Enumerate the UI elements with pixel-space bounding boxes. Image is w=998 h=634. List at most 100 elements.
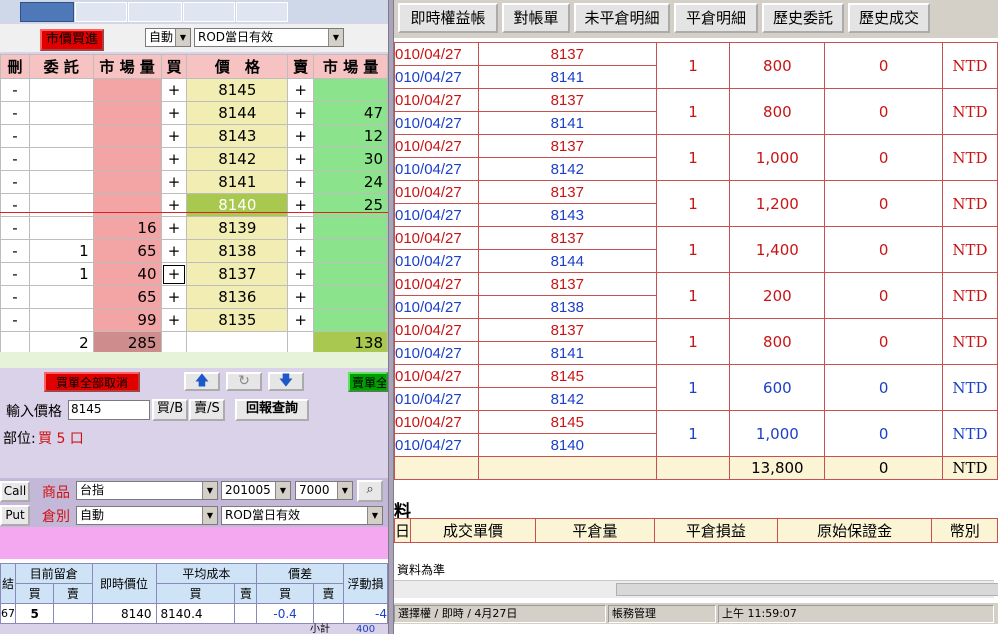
trade-currency: NTD [942, 318, 998, 365]
sell-cell[interactable]: + [287, 101, 315, 125]
open-positions-button[interactable]: 未平倉明細 [574, 3, 670, 33]
order-history-button[interactable]: 歷史委託 [762, 3, 844, 33]
buy-cell[interactable]: + [160, 147, 188, 171]
sell-cell[interactable]: + [287, 285, 315, 309]
close-date: 010/04/27 [394, 433, 479, 457]
buy-cell[interactable]: + [160, 124, 188, 148]
trade-row[interactable]: 010/04/27 8145 1 600 0 NTD [394, 364, 998, 411]
tab-1[interactable] [20, 2, 74, 22]
order-book-row: -1 65 +8138 + [0, 239, 388, 263]
sell-cell[interactable]: + [287, 170, 315, 194]
grid-h-float: 浮動損 [343, 563, 388, 604]
chevron-down-icon: ▼ [202, 507, 217, 524]
sell-cell[interactable]: + [287, 78, 315, 102]
order-book-row: -99 +8135 + [0, 308, 388, 332]
buy-cell[interactable]: + [160, 308, 188, 332]
trade-amount: 1,000 [729, 134, 826, 181]
open-price: 8137 [477, 134, 657, 158]
closed-trades-table: 010/04/27 8137 1 800 0 NTD 010/04/27 8141 010/04… [394, 42, 998, 480]
trade-row[interactable]: 010/04/27 8137 1 800 0 NTD [394, 88, 998, 135]
sell-cell[interactable]: + [287, 216, 315, 240]
delete-cell[interactable]: - [0, 262, 30, 286]
equity-button[interactable]: 即時權益帳 [398, 3, 498, 33]
buy-cell[interactable]: + [160, 78, 188, 102]
strike-value: 7000 [299, 483, 330, 497]
product-select[interactable]: 台指 ▼ [76, 481, 218, 500]
sell-cell[interactable]: + [287, 193, 315, 217]
sell-button[interactable]: 賣/S [189, 399, 225, 421]
sell-cell[interactable]: + [287, 147, 315, 171]
open-date: 010/04/27 [394, 318, 479, 342]
trade-row[interactable]: 010/04/27 8145 1 1,000 0 NTD [394, 410, 998, 457]
tab-2[interactable] [75, 2, 127, 22]
horizontal-scrollbar[interactable] [394, 580, 998, 598]
position-grid: 結 目前留倉 即時價位 平均成本 價差 浮動損 買 賣 買 賣 買 賣 67 5… [0, 563, 388, 624]
trade-history-button[interactable]: 歷史成交 [848, 3, 930, 33]
put-button[interactable]: Put [0, 505, 30, 526]
statement-button[interactable]: 對帳單 [502, 3, 570, 33]
closed-positions-button[interactable]: 平倉明細 [674, 3, 758, 33]
mode-select[interactable]: 自動 ▼ [145, 28, 191, 47]
order-cell: 1 [28, 239, 94, 263]
chevron-down-icon: ▼ [337, 482, 352, 499]
recenter-button[interactable]: ↻ [226, 372, 262, 391]
delete-cell[interactable]: - [0, 124, 30, 148]
order-book-header: 賣 [287, 54, 315, 79]
tab-5[interactable] [236, 2, 288, 22]
market-buy-button[interactable]: 市價買進 [40, 29, 104, 51]
scroll-up-button[interactable]: 🡅 [184, 372, 220, 391]
sell-cell[interactable]: + [287, 308, 315, 332]
sell-cell[interactable]: + [287, 124, 315, 148]
price-cell: 8140 [186, 193, 289, 217]
status-module: 帳務管理 [608, 605, 716, 623]
buy-cell[interactable]: + [160, 193, 188, 217]
delete-cell[interactable]: - [0, 216, 30, 240]
month-select[interactable]: 201005 ▼ [221, 481, 291, 500]
scroll-down-button[interactable]: 🡇 [268, 372, 304, 391]
delete-cell[interactable]: - [0, 170, 30, 194]
strike-select[interactable]: 7000 ▼ [295, 481, 353, 500]
buy-button[interactable]: 買/B [152, 399, 188, 421]
search-button[interactable]: ⌕ [357, 480, 383, 502]
buy-cell[interactable]: + [160, 239, 188, 263]
delete-cell[interactable]: - [0, 101, 30, 125]
buy-cell[interactable]: + [160, 262, 188, 286]
delete-cell[interactable]: - [0, 285, 30, 309]
total-currency: NTD [942, 456, 998, 480]
report-query-button[interactable]: 回報查詢 [235, 399, 309, 421]
buy-qty-cell [92, 101, 162, 125]
buy-cell[interactable]: + [160, 216, 188, 240]
sell-cell[interactable]: + [287, 262, 315, 286]
trade-row[interactable]: 010/04/27 8137 1 200 0 NTD [394, 272, 998, 319]
buy-cell[interactable]: + [160, 285, 188, 309]
buy-qty-cell: 40 [92, 262, 162, 286]
trade-row[interactable]: 010/04/27 8137 1 800 0 NTD [394, 42, 998, 89]
buy-cell[interactable]: + [160, 101, 188, 125]
warehouse-select[interactable]: 自動 ▼ [76, 506, 218, 525]
grid-h2: 賣 [234, 583, 258, 604]
trade-row[interactable]: 010/04/27 8137 1 1,400 0 NTD [394, 226, 998, 273]
trade-row[interactable]: 010/04/27 8137 1 1,000 0 NTD [394, 134, 998, 181]
buy-qty-cell: 99 [92, 308, 162, 332]
trade-row[interactable]: 010/04/27 8137 1 1,200 0 NTD [394, 180, 998, 227]
cancel-all-sell-button[interactable]: 賣單全部取消 [348, 372, 388, 392]
buy-cell[interactable]: + [160, 170, 188, 194]
delete-cell[interactable]: - [0, 308, 30, 332]
tab-3[interactable] [128, 2, 182, 22]
sell-cell[interactable]: + [287, 239, 315, 263]
chevron-down-icon: ▼ [367, 507, 382, 524]
delete-cell[interactable]: - [0, 239, 30, 263]
trade-zero: 0 [824, 88, 944, 135]
call-button[interactable]: Call [0, 481, 30, 502]
trade-qty: 1 [655, 226, 731, 273]
cancel-all-buy-button[interactable]: 買單全部取消 [44, 372, 140, 392]
scrollbar-thumb[interactable] [616, 583, 998, 596]
delete-cell[interactable]: - [0, 78, 30, 102]
tab-4[interactable] [183, 2, 235, 22]
rod-select[interactable]: ROD當日有效 ▼ [194, 28, 344, 47]
delete-cell[interactable]: - [0, 193, 30, 217]
rod2-select[interactable]: ROD當日有效 ▼ [221, 506, 383, 525]
delete-cell[interactable]: - [0, 147, 30, 171]
input-price-field[interactable]: 8145 [68, 400, 150, 420]
trade-row[interactable]: 010/04/27 8137 1 800 0 NTD [394, 318, 998, 365]
